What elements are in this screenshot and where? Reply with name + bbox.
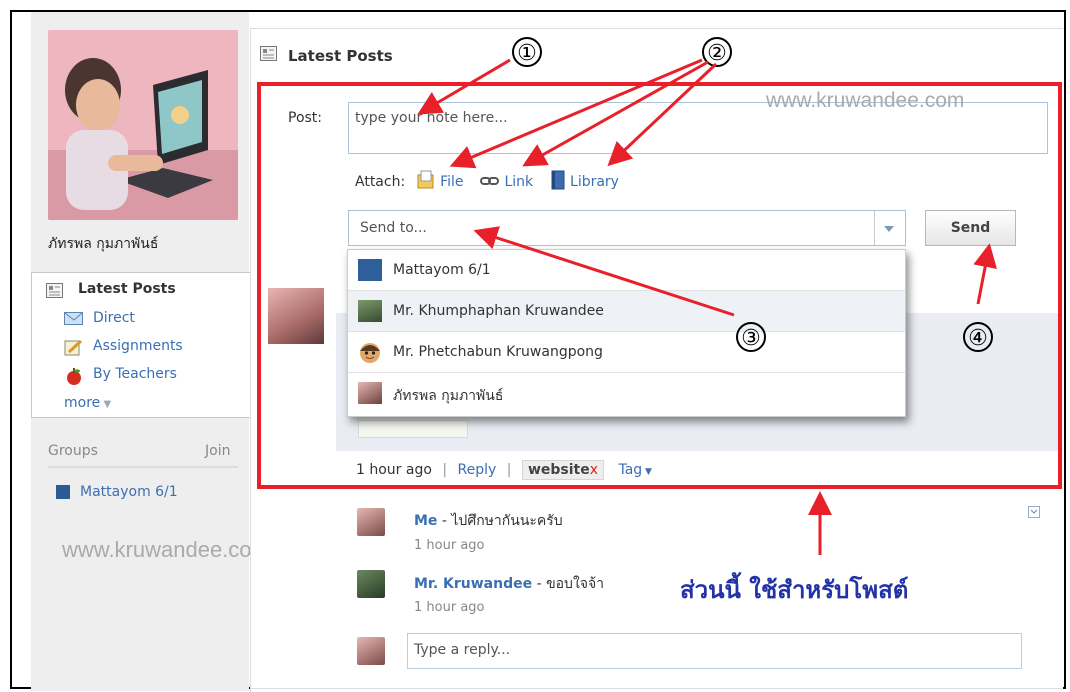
annotation-arrows <box>417 58 997 555</box>
arrow-4 <box>973 243 997 305</box>
arrow-1 <box>417 58 511 115</box>
arrow-2-link <box>522 60 709 167</box>
arrow-2-library <box>607 62 718 167</box>
arrow-3 <box>473 226 735 317</box>
